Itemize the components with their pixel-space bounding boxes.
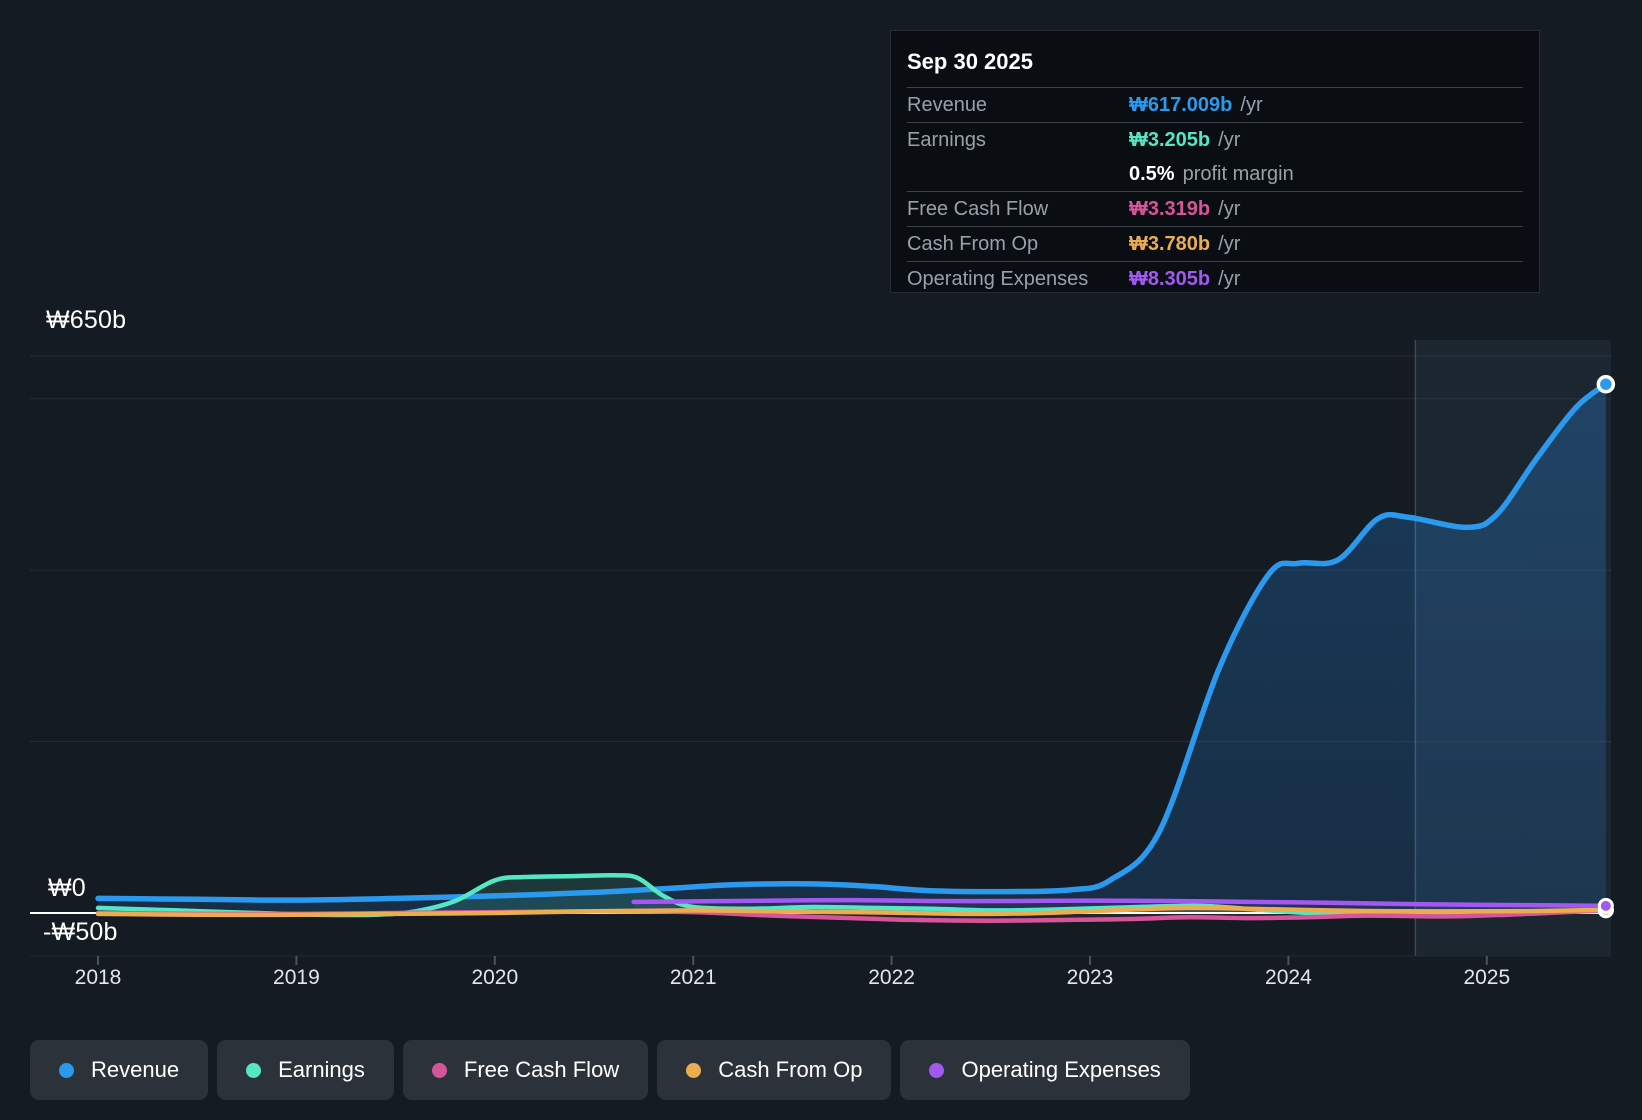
legend-label: Free Cash Flow xyxy=(463,1057,620,1082)
tooltip-value: ₩8.305b xyxy=(1129,267,1211,290)
tooltip-suffix: profit margin xyxy=(1182,162,1294,185)
x-axis-label: 2025 xyxy=(1463,966,1511,989)
tooltip-value: 0.5% xyxy=(1129,162,1175,185)
revenue-dot-icon xyxy=(59,1062,74,1078)
legend-item-revenue[interactable]: Revenue xyxy=(30,1040,209,1100)
legend-label: Cash From Op xyxy=(718,1057,863,1082)
end-marker-revenue[interactable] xyxy=(1596,374,1616,394)
tooltip-row-earnings: Earnings ₩3.205b /yr xyxy=(907,122,1523,157)
free-cash-flow-dot-icon xyxy=(431,1062,447,1078)
tooltip-label: Free Cash Flow xyxy=(907,197,1049,220)
legend-item-cash-from-op[interactable]: Cash From Op xyxy=(657,1040,892,1100)
x-axis-label: 2021 xyxy=(669,966,717,989)
operating-expenses-dot-icon xyxy=(929,1062,945,1078)
area-revenue xyxy=(98,384,1606,913)
y-axis-label-zero: ₩0 xyxy=(48,874,86,902)
tooltip-label: Operating Expenses xyxy=(907,267,1089,290)
tooltip-suffix: /yr xyxy=(1218,232,1241,255)
x-axis-label: 2018 xyxy=(74,966,122,989)
tooltip-value: ₩3.205b xyxy=(1129,128,1211,151)
x-axis-label: 2019 xyxy=(273,966,320,989)
x-axis-label: 2024 xyxy=(1265,966,1312,989)
legend-item-earnings[interactable]: Earnings xyxy=(217,1040,394,1100)
tooltip-label: Cash From Op xyxy=(907,232,1039,255)
end-marker-operating-expenses[interactable] xyxy=(1597,897,1614,914)
tooltip-suffix: /yr xyxy=(1218,128,1241,151)
tooltip-suffix: /yr xyxy=(1218,197,1241,220)
earnings-dot-icon xyxy=(246,1062,262,1078)
tooltip-row-operating-expenses: Operating Expenses ₩8.305b /yr xyxy=(907,261,1523,296)
cash-from-op-dot-icon xyxy=(686,1062,702,1078)
tooltip-label: Revenue xyxy=(907,93,988,116)
x-axis-label: 2023 xyxy=(1066,966,1114,989)
legend-label: Earnings xyxy=(278,1057,365,1082)
legend-item-free-cash-flow[interactable]: Free Cash Flow xyxy=(402,1040,649,1100)
chart-legend: Revenue Earnings Free Cash Flow Cash Fro… xyxy=(30,1040,1190,1100)
legend-label: Revenue xyxy=(91,1057,180,1082)
tooltip-row-revenue: Revenue ₩617.009b /yr xyxy=(907,87,1523,122)
tooltip-date: Sep 30 2025 xyxy=(907,49,1033,74)
tooltip-row-free-cash-flow: Free Cash Flow ₩3.319b /yr xyxy=(907,191,1523,226)
tooltip-label: Earnings xyxy=(907,128,986,151)
tooltip-row-cash-from-op: Cash From Op ₩3.780b /yr xyxy=(907,226,1523,261)
tooltip-row-profit-margin: 0.5% profit margin xyxy=(907,157,1523,191)
x-axis-label: 2022 xyxy=(868,966,915,989)
recent-period-band xyxy=(1415,340,1611,956)
tooltip-value: ₩617.009b xyxy=(1129,93,1233,116)
y-axis-label-neg50b: -₩50b xyxy=(43,918,118,946)
legend-label: Operating Expenses xyxy=(961,1057,1161,1082)
tooltip-value: ₩3.780b xyxy=(1129,232,1211,255)
x-axis-label: 2020 xyxy=(471,966,519,989)
date-tooltip: Sep 30 2025 Revenue ₩617.009b /yr Earnin… xyxy=(890,30,1540,293)
legend-item-operating-expenses[interactable]: Operating Expenses xyxy=(900,1040,1190,1100)
tooltip-suffix: /yr xyxy=(1218,267,1241,290)
tooltip-suffix: /yr xyxy=(1240,93,1263,116)
tooltip-value: ₩3.319b xyxy=(1129,197,1211,220)
y-axis-label-650b: ₩650b xyxy=(46,306,127,334)
